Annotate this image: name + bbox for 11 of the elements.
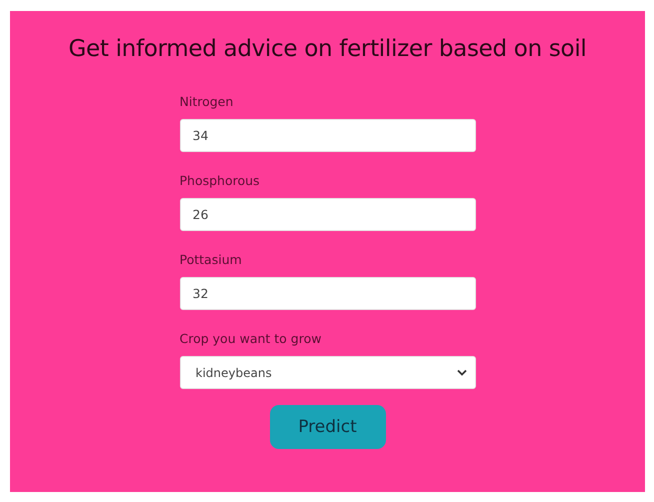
field-label: Pottasium	[180, 252, 243, 268]
page-title: Get informed advice on fertilizer based on soil	[68, 36, 587, 62]
crop-dropdown[interactable]: kidneybeans	[180, 356, 476, 389]
predict-button[interactable]: Predict	[270, 405, 386, 449]
field-label: Crop you want to grow	[180, 331, 322, 347]
input-field[interactable]: 32	[180, 277, 476, 310]
field-label: Nitrogen	[180, 94, 234, 110]
field-label: Phosphorous	[180, 173, 261, 189]
input-field[interactable]: 34	[180, 119, 476, 152]
input-field[interactable]: 26	[180, 198, 476, 231]
chevron-down-icon	[456, 369, 466, 376]
